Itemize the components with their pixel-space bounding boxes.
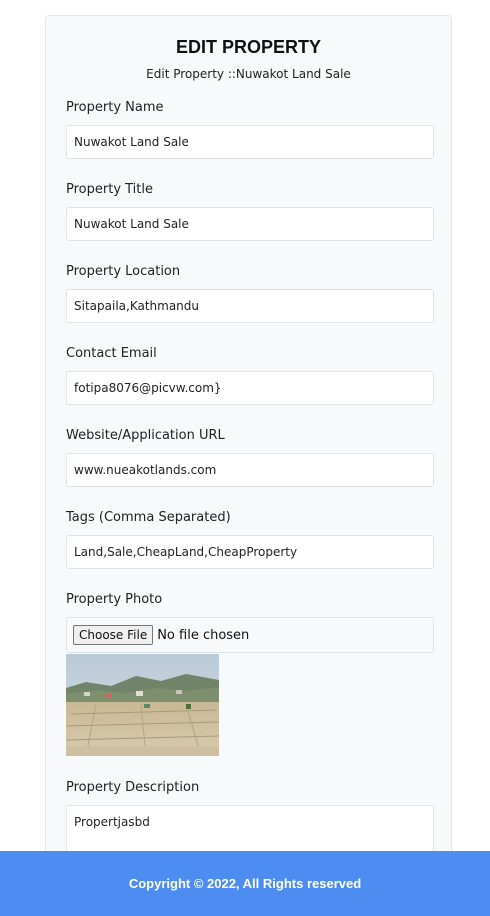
property-location-input[interactable]: Sitapaila,Kathmandu: [66, 289, 434, 323]
property-title-input[interactable]: Nuwakot Land Sale: [66, 207, 434, 241]
page-subtitle: Edit Property ::Nuwakot Land Sale: [146, 67, 351, 81]
file-status-text: No file chosen: [157, 627, 250, 643]
property-title-label: Property Title: [66, 182, 154, 197]
property-photo-label: Property Photo: [66, 592, 163, 607]
footer: Copyright © 2022, All Rights reserved: [0, 851, 490, 916]
property-name-label: Property Name: [66, 100, 164, 115]
edit-property-card: EDIT PROPERTY Edit Property ::Nuwakot La…: [45, 15, 452, 895]
choose-file-button[interactable]: Choose File: [73, 625, 154, 645]
contact-email-input[interactable]: fotipa8076@picvw.com}: [66, 371, 434, 405]
page-title: EDIT PROPERTY: [175, 37, 322, 57]
contact-email-label: Contact Email: [66, 346, 157, 361]
property-location-label: Property Location: [66, 264, 181, 279]
website-url-input[interactable]: www.nueakotlands.com: [66, 453, 434, 487]
property-photo-file-input[interactable]: Choose File No file chosen: [66, 617, 434, 653]
tags-input[interactable]: Land,Sale,CheapLand,CheapProperty: [66, 535, 434, 569]
copyright-text: Copyright © 2022, All Rights reserved: [128, 876, 362, 891]
website-url-label: Website/Application URL: [66, 428, 225, 443]
property-photo-thumbnail: [66, 654, 219, 756]
property-description-label: Property Description: [66, 780, 200, 795]
property-name-input[interactable]: Nuwakot Land Sale: [66, 125, 434, 159]
tags-label: Tags (Comma Separated): [66, 510, 231, 525]
